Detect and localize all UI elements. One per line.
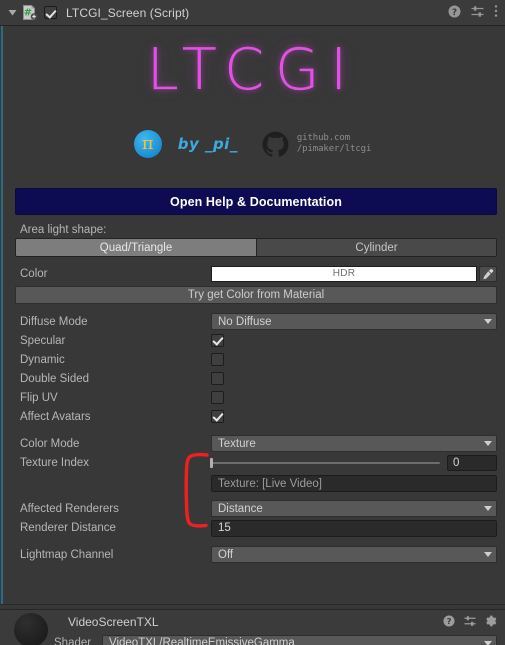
lightmap-channel-value: Off [218, 548, 234, 561]
affect-avatars-label: Affect Avatars [20, 410, 91, 423]
github-url[interactable]: github.com /pimaker/ltcgi [296, 133, 372, 155]
open-help-documentation-button[interactable]: Open Help & Documentation [15, 188, 497, 215]
specular-label: Specular [20, 334, 66, 347]
github-icon[interactable] [262, 131, 289, 158]
shader-label: Shader [54, 637, 92, 645]
inspector-panel: # LTCGI_Screen (Script) ? LTCGI π by _pi… [0, 0, 505, 645]
shader-dropdown[interactable]: VideoTXL/RealtimeEmissiveGamma [102, 634, 497, 645]
author-byline: by _pi_ [177, 135, 238, 153]
diffuse-mode-row: Diffuse Mode No Diffuse [0, 312, 505, 331]
svg-text:?: ? [452, 8, 457, 18]
chevron-down-icon [484, 441, 492, 446]
foldout-arrow-icon[interactable] [4, 8, 20, 17]
color-mode-value: Texture [218, 437, 256, 450]
shape-option-quad-triangle[interactable]: Quad/Triangle [16, 239, 256, 256]
affect-avatars-row: Affect Avatars [0, 407, 505, 426]
renderer-distance-label: Renderer Distance [20, 522, 116, 534]
shader-row: Shader VideoTXL/RealtimeEmissiveGamma [0, 634, 505, 645]
texture-index-slider[interactable] [210, 458, 440, 468]
diffuse-mode-label: Diffuse Mode [20, 315, 88, 328]
diffuse-mode-value: No Diffuse [218, 315, 272, 328]
renderer-distance-field[interactable]: 15 [211, 519, 497, 537]
material-component: VideoScreenTXL ? Shader VideoTXL/Realtim… [0, 609, 505, 645]
color-label: Color [20, 267, 48, 280]
shader-value: VideoTXL/RealtimeEmissiveGamma [109, 637, 295, 645]
color-row: Color HDR [0, 264, 505, 283]
preset-icon[interactable] [464, 615, 476, 630]
menu-icon[interactable] [494, 4, 498, 21]
inspector-body: Open Help & Documentation Area light sha… [0, 182, 505, 564]
flip-uv-row: Flip UV [0, 388, 505, 407]
affected-renderers-row: Affected Renderers Distance [0, 499, 505, 518]
component-enabled-checkbox[interactable] [44, 6, 57, 19]
shape-option-cylinder[interactable]: Cylinder [256, 239, 496, 256]
double-sided-label: Double Sided [20, 372, 90, 385]
texture-index-label: Texture Index [20, 457, 90, 469]
color-mode-label: Color Mode [20, 437, 80, 450]
lightmap-channel-dropdown[interactable]: Off [211, 546, 497, 563]
texture-index-slider-knob[interactable] [210, 458, 213, 468]
material-name: VideoScreenTXL [68, 615, 159, 629]
chevron-down-icon [484, 640, 492, 645]
preset-icon[interactable] [471, 5, 484, 21]
chevron-down-icon [484, 319, 492, 324]
chevron-down-icon [484, 552, 492, 557]
affected-renderers-dropdown[interactable]: Distance [211, 500, 497, 517]
affected-renderers-value: Distance [218, 502, 263, 515]
ltcgi-wordmark: LTCGI [146, 37, 359, 103]
specular-row: Specular [0, 331, 505, 350]
ltcgi-branding: LTCGI π by _pi_ github.com /pimaker/ltcg… [0, 26, 505, 182]
dynamic-row: Dynamic [0, 350, 505, 369]
color-mode-row: Color Mode Texture [0, 434, 505, 453]
area-light-shape-label: Area light shape: [20, 224, 107, 236]
material-header[interactable]: VideoScreenTXL ? [0, 610, 505, 634]
texture-object-row: Texture: [Live Video] [0, 473, 505, 494]
eyedropper-icon[interactable] [479, 265, 497, 282]
component-title: LTCGI_Screen (Script) [66, 5, 190, 20]
dynamic-label: Dynamic [20, 353, 65, 366]
texture-object-field[interactable]: Texture: [Live Video] [211, 475, 497, 492]
diffuse-mode-dropdown[interactable]: No Diffuse [211, 313, 497, 330]
help-icon[interactable]: ? [443, 614, 455, 630]
pi-avatar-icon: π [133, 130, 162, 158]
double-sided-row: Double Sided [0, 369, 505, 388]
dynamic-checkbox[interactable] [211, 353, 224, 366]
help-icon[interactable]: ? [448, 5, 461, 21]
material-preview-sphere [14, 613, 48, 645]
chevron-down-icon [484, 506, 492, 511]
color-swatch[interactable]: HDR [211, 265, 477, 282]
try-get-color-from-material-button[interactable]: Try get Color from Material [15, 286, 497, 304]
area-light-shape-toolbar[interactable]: Quad/Triangle Cylinder [15, 238, 497, 257]
affected-renderers-label: Affected Renderers [20, 502, 119, 515]
texture-index-row: Texture Index 0 [0, 453, 505, 473]
lightmap-channel-row: Lightmap Channel Off [0, 545, 505, 564]
component-header[interactable]: # LTCGI_Screen (Script) ? [0, 0, 505, 26]
texture-index-value-field[interactable]: 0 [447, 455, 497, 471]
material-icon-group: ? [443, 614, 497, 630]
specular-checkbox[interactable] [211, 334, 224, 347]
flip-uv-checkbox[interactable] [211, 391, 224, 404]
flip-uv-label: Flip UV [20, 391, 58, 404]
lightmap-channel-label: Lightmap Channel [20, 548, 114, 561]
renderer-distance-row: Renderer Distance 15 [0, 518, 505, 538]
selection-accent-strip [1, 26, 3, 604]
github-url-line2: /pimaker/ltcgi [296, 144, 372, 154]
svg-text:?: ? [447, 616, 452, 626]
gear-icon[interactable] [485, 615, 497, 630]
affect-avatars-checkbox[interactable] [211, 410, 224, 423]
script-icon: # [21, 4, 38, 21]
double-sided-checkbox[interactable] [211, 372, 224, 385]
credits-row: π by _pi_ github.com /pimaker/ltcgi [0, 130, 505, 158]
header-icon-group: ? [448, 4, 498, 21]
color-mode-dropdown[interactable]: Texture [211, 435, 497, 452]
github-url-line1: github.com [296, 133, 351, 143]
